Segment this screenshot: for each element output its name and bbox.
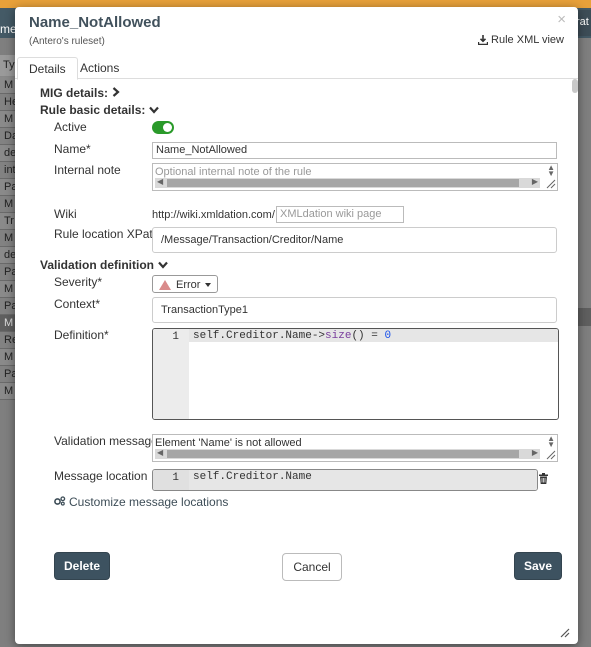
table-row[interactable]: Pa [0, 264, 16, 281]
active-toggle[interactable] [152, 121, 174, 134]
table-header: Ty [0, 55, 16, 77]
internal-note-placeholder: Optional internal note of the rule [155, 166, 312, 178]
dialog-tabs: Details Actions [15, 53, 578, 80]
close-icon[interactable]: × [557, 11, 566, 28]
table-row[interactable]: M [0, 383, 16, 400]
validation-message-label: Validation message* [54, 434, 163, 448]
context-input[interactable]: TransactionType1 [152, 297, 557, 323]
customize-label: Customize message locations [69, 495, 229, 509]
horizontal-scrollbar[interactable]: ◀ ▶ [155, 177, 540, 188]
internal-note-textarea[interactable]: Optional internal note of the rule ◀ ▶ ▲… [152, 163, 558, 191]
app-header-button[interactable]: rat [576, 10, 591, 36]
context-label: Context* [54, 297, 101, 311]
severity-value: Error [176, 278, 201, 291]
rule-basic-details-label: Rule basic details: [40, 103, 146, 117]
name-label: Name* [54, 142, 91, 156]
table-row[interactable]: Pa [0, 298, 16, 315]
chevron-down-icon [158, 258, 168, 272]
mig-details-label: MIG details: [40, 86, 109, 100]
chevron-down-icon [149, 103, 160, 117]
table-row[interactable]: M [0, 349, 16, 366]
validation-definition-toggle[interactable]: Validation definition [40, 258, 168, 272]
rule-edit-dialog: Name_NotAllowed (Antero's ruleset) × Rul… [15, 7, 578, 644]
caret-down-icon [205, 282, 212, 287]
table-row[interactable]: Da [0, 128, 16, 145]
name-input[interactable]: Name_NotAllowed [152, 142, 557, 159]
table-row[interactable]: M [0, 196, 16, 213]
definition-code-editor[interactable]: 1 self.Creditor.Name->size() = 0 [152, 328, 559, 420]
dialog-resize-handle-icon[interactable] [558, 626, 570, 638]
rule-xml-view-label: Rule XML view [491, 34, 564, 46]
app-background-table: Ty MHeMDadeintPaMTrMdePaMPaMReMPaM [0, 55, 16, 400]
gears-icon [54, 495, 66, 509]
wiki-prefix: http://wiki.xmldation.com/ [152, 209, 275, 221]
validation-message-value: Element 'Name' is not allowed [155, 437, 302, 449]
app-highlight-row-right [578, 308, 591, 326]
definition-label: Definition* [54, 328, 109, 342]
line-number: 1 [172, 472, 179, 484]
severity-dropdown[interactable]: Error [152, 275, 219, 293]
message-location-code: self.Creditor.Name [193, 471, 312, 483]
rule-basic-details-toggle[interactable]: Rule basic details: [40, 103, 160, 117]
xpath-label: Rule location XPath [54, 227, 160, 241]
definition-code-line: self.Creditor.Name->size() = 0 [193, 330, 392, 342]
wiki-page-input[interactable]: XMLdation wiki page [276, 206, 404, 223]
resize-handle-icon[interactable] [545, 178, 556, 189]
internal-note-label: Internal note [54, 163, 121, 177]
table-row[interactable]: M [0, 230, 16, 247]
table-row[interactable]: de [0, 145, 16, 162]
table-row[interactable]: de [0, 247, 16, 264]
spinner-icon[interactable]: ▲ ▼ [547, 435, 555, 449]
table-row[interactable]: M [0, 281, 16, 298]
save-button[interactable]: Save [514, 552, 562, 580]
cancel-button[interactable]: Cancel [282, 553, 342, 581]
dialog-title: Name_NotAllowed [29, 14, 161, 31]
table-row[interactable]: M [0, 111, 16, 128]
table-row[interactable]: M [0, 315, 16, 332]
trash-icon[interactable] [539, 473, 548, 484]
wiki-label: Wiki [54, 207, 77, 221]
details-panel: MIG details: Rule basic details: Active … [15, 79, 578, 627]
message-location-editor[interactable]: 1 self.Creditor.Name [152, 469, 538, 491]
resize-handle-icon[interactable] [545, 449, 556, 460]
rule-xml-view-link[interactable]: Rule XML view [478, 34, 564, 46]
xpath-input[interactable]: /Message/Transaction/Creditor/Name [152, 227, 557, 253]
validation-message-textarea[interactable]: Element 'Name' is not allowed ◀ ▶ ▲ ▼ [152, 434, 558, 462]
severity-label: Severity* [54, 275, 103, 289]
dialog-subtitle: (Antero's ruleset) [29, 36, 105, 47]
table-row[interactable]: int [0, 162, 16, 179]
spinner-icon[interactable]: ▲ ▼ [547, 164, 555, 178]
customize-message-locations-link[interactable]: Customize message locations [54, 495, 228, 509]
download-icon [478, 35, 489, 45]
table-row[interactable]: Re [0, 332, 16, 349]
table-row[interactable]: M [0, 77, 16, 94]
table-row[interactable]: Pa [0, 179, 16, 196]
table-row[interactable]: He [0, 94, 16, 111]
validation-definition-label: Validation definition [40, 258, 154, 272]
horizontal-scrollbar[interactable]: ◀ ▶ [155, 448, 540, 459]
table-row[interactable]: Pa [0, 366, 16, 383]
line-number: 1 [172, 331, 179, 343]
table-row[interactable]: Tr [0, 213, 16, 230]
tab-actions[interactable]: Actions [69, 57, 130, 80]
active-label: Active [54, 120, 87, 134]
mig-details-toggle[interactable]: MIG details: [40, 86, 120, 100]
warning-triangle-icon [159, 279, 171, 290]
delete-button[interactable]: Delete [54, 552, 110, 580]
chevron-right-icon [112, 86, 120, 100]
message-location-label: Message location [54, 469, 148, 483]
